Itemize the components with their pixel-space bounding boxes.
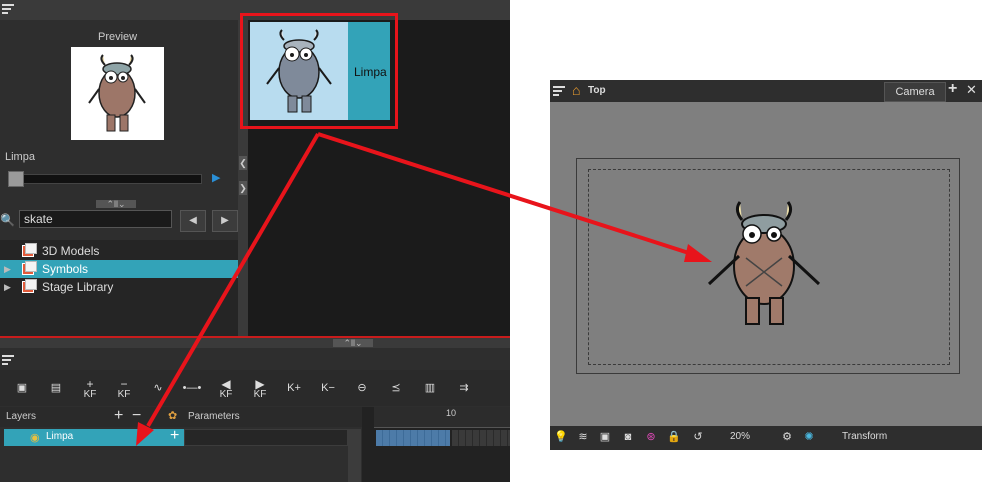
character-preview-icon — [88, 54, 146, 132]
preview-scrubber[interactable] — [8, 174, 202, 184]
frame-ruler: 10 — [374, 407, 510, 428]
parameters-header: Parameters — [188, 411, 240, 422]
lock-icon[interactable]: 🔒 — [666, 429, 682, 445]
zoom-level[interactable]: 20% — [730, 431, 750, 442]
tree-item-3d-models[interactable]: 3D Models — [0, 242, 238, 260]
kf-label: KF — [219, 389, 233, 400]
remove-keyframe-icon: − KF — [117, 377, 131, 400]
collapse-right-icon[interactable]: ❯ — [239, 181, 247, 195]
motion-path-icon[interactable]: ∿ — [144, 372, 172, 404]
close-tab-button[interactable]: ✕ — [966, 82, 977, 98]
kf-label: KF — [117, 389, 131, 400]
tab-camera[interactable]: Camera — [884, 82, 946, 102]
reset-view-icon[interactable]: ↺ — [690, 429, 706, 445]
timeline-splitter[interactable] — [0, 338, 510, 348]
expand-arrow-icon[interactable]: ▶ — [4, 260, 11, 278]
ease-in-icon[interactable]: K+ — [280, 372, 308, 404]
layer-row[interactable]: ◉ Limpa + — [4, 427, 184, 446]
add-keyframe-button[interactable]: + KF — [76, 372, 104, 404]
remove-keyframe-button[interactable]: − KF — [110, 372, 138, 404]
tree-item-label: Symbols — [42, 262, 89, 276]
exposure-cells[interactable] — [376, 430, 450, 446]
stage-character[interactable] — [694, 196, 834, 332]
frame-number-label: 10 — [446, 408, 457, 418]
splitter-handle[interactable]: ⌃ll⌄ — [96, 200, 136, 209]
tree-item-symbols[interactable]: ▶ Symbols — [0, 260, 238, 278]
layer-add-icon[interactable]: + — [170, 427, 179, 445]
add-tab-button[interactable]: + — [948, 80, 957, 98]
light-table-icon[interactable]: 💡 — [553, 429, 569, 445]
layer-name: Limpa — [46, 431, 74, 442]
search-input[interactable] — [19, 210, 172, 228]
tree-item-stage-library[interactable]: ▶ Stage Library — [0, 278, 238, 296]
preview-title: Preview — [98, 31, 138, 43]
ease-out-icon[interactable]: K− — [314, 372, 342, 404]
kf-label: KF — [253, 389, 267, 400]
layer-color-icon: ◉ — [30, 432, 40, 444]
camera-status-bar — [550, 426, 982, 450]
view-menu-icon[interactable] — [553, 86, 565, 96]
next-keyframe-button[interactable]: ▶ KF — [246, 372, 274, 404]
layers-header: Layers — [6, 411, 37, 422]
timeline-menu-icon[interactable] — [2, 355, 14, 365]
symbol-name-label: Limpa — [5, 151, 35, 163]
library-folder-icon — [22, 279, 37, 293]
thumbnail-highlight-box — [240, 13, 398, 129]
collapse-left-icon[interactable]: ❮ — [239, 156, 247, 170]
empty-cells[interactable] — [452, 430, 510, 446]
layers-header-row: Layers + − ✿ Parameters — [0, 407, 362, 427]
layer-options-icon[interactable]: ✿ — [168, 409, 180, 422]
layer-scrollbar[interactable] — [348, 429, 361, 482]
add-layer-button[interactable]: + — [114, 407, 123, 425]
preview-render-icon[interactable]: ✺ — [801, 429, 817, 445]
tree-item-label: 3D Models — [42, 244, 100, 258]
previous-keyframe-icon: ◀ KF — [219, 377, 233, 400]
add-camera-icon[interactable]: ▤ — [42, 372, 70, 404]
character-icon — [707, 201, 821, 325]
set-ease-icon[interactable]: ⪯ — [382, 372, 410, 404]
tool-mode-label: Transform — [842, 431, 888, 442]
camera-view-toolbar: ⌂ Top Camera + ✕ — [550, 80, 982, 102]
field-chart-icon[interactable]: ◙ — [620, 429, 636, 445]
next-keyframe-icon: ▶ KF — [253, 377, 267, 400]
previous-keyframe-button[interactable]: ◀ KF — [212, 372, 240, 404]
layers-icon[interactable]: ≋ — [575, 429, 591, 445]
add-drawing-icon[interactable]: ▣ — [8, 372, 36, 404]
home-icon[interactable]: ⌂ — [572, 82, 580, 98]
view-title: Top — [588, 85, 606, 96]
tree-item-label: Stage Library — [42, 280, 114, 294]
splitter-handle[interactable]: ⌃ll⌄ — [333, 339, 373, 348]
onion-skin-icon[interactable]: ⊛ — [643, 429, 659, 445]
expand-arrow-icon[interactable]: ▶ — [4, 278, 11, 296]
render-settings-icon[interactable]: ⚙ — [779, 429, 795, 445]
library-tree: 3D Models ▶ Symbols ▶ Stage Library — [0, 240, 238, 338]
preview-image — [71, 47, 164, 140]
search-next-button[interactable]: ▶ — [212, 210, 238, 232]
safe-area-icon[interactable]: ▣ — [597, 429, 613, 445]
scrubber-handle[interactable] — [8, 171, 24, 187]
panel-menu-icon[interactable] — [2, 4, 14, 14]
add-keyframe-icon: + KF — [83, 377, 97, 400]
play-icon[interactable]: ▶ — [212, 171, 220, 184]
parameters-column — [184, 429, 348, 446]
library-folder-icon — [22, 261, 37, 275]
library-folder-icon — [22, 243, 37, 257]
search-icon: 🔍 — [0, 213, 15, 227]
search-prev-button[interactable]: ◀ — [180, 210, 206, 232]
constant-segment-icon[interactable]: •—• — [178, 372, 206, 404]
onion-skin-icon[interactable]: ⊖ — [348, 372, 376, 404]
show-hide-layers-icon[interactable]: ▥ — [416, 372, 444, 404]
kf-label: KF — [83, 389, 97, 400]
expand-collapse-icon[interactable]: ⇉ — [450, 372, 478, 404]
remove-layer-button[interactable]: − — [132, 407, 141, 425]
